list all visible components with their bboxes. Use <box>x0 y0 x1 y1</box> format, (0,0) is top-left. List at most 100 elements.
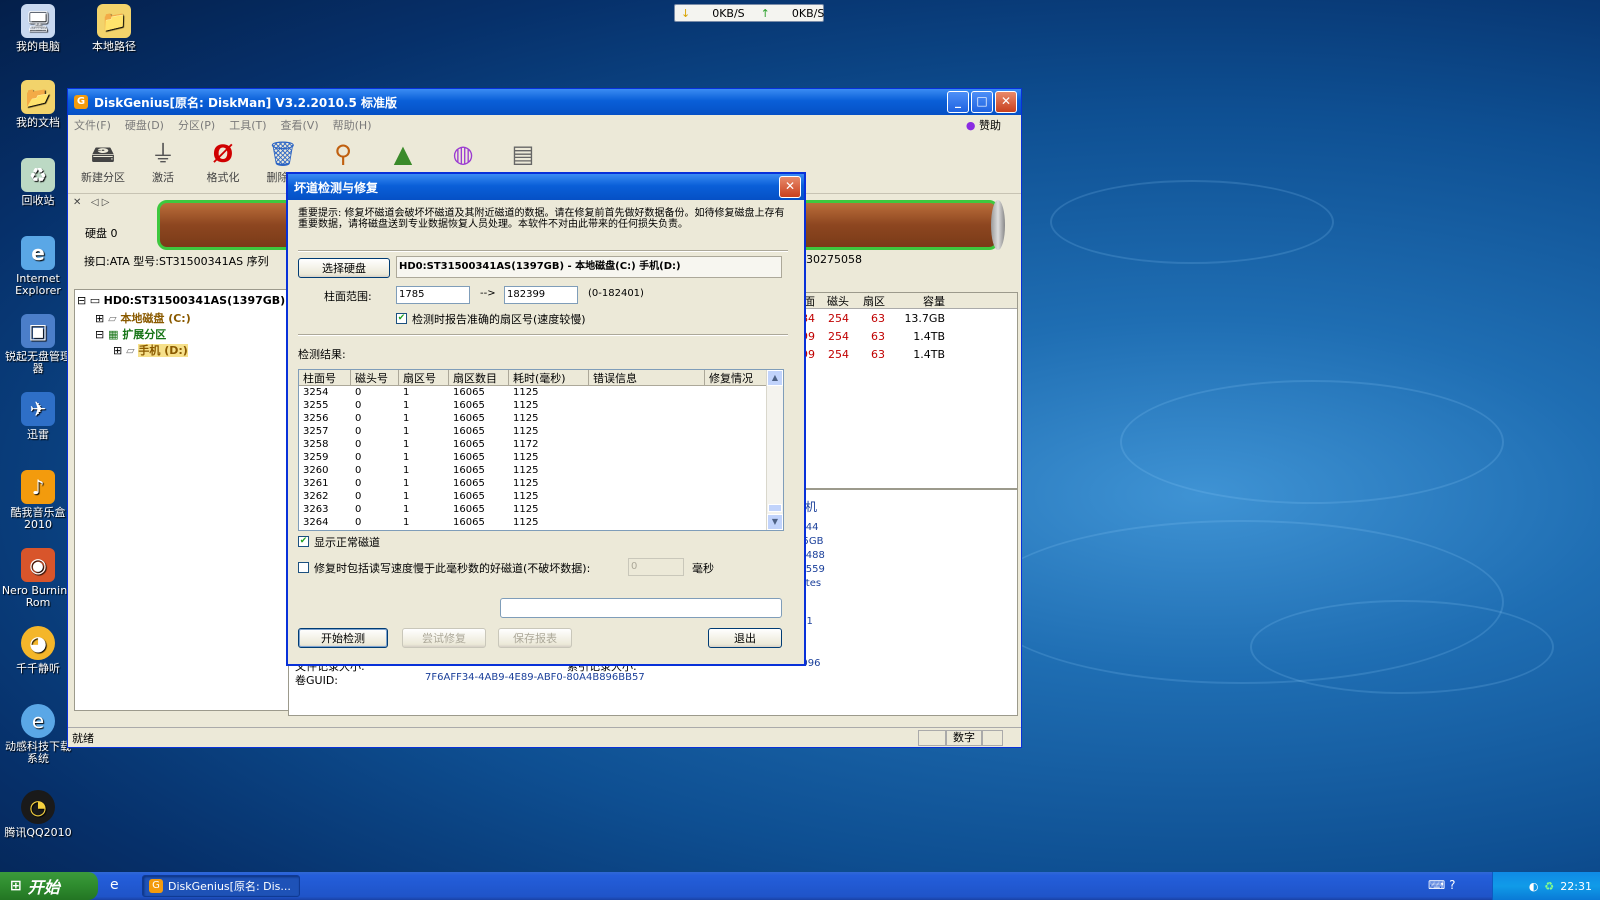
desktop-icon-kuwo[interactable]: ♪ 酷我音乐盒2010 <box>0 470 76 531</box>
try-repair-button[interactable]: 尝试修复 <box>402 628 486 648</box>
result-row[interactable]: 3258 0 1 16065 1172 <box>299 438 783 451</box>
partition-table: 柱面 磁头 扇区 容量 784 254 63 13.7GB 399 254 63… <box>788 292 1018 489</box>
result-row[interactable]: 3259 0 1 16065 1125 <box>299 451 783 464</box>
drive-icon: ▱ <box>108 312 117 325</box>
keyboard-icon[interactable]: ⌨ ? <box>1428 878 1456 892</box>
tree-item-c-drive[interactable]: ⊞ ▱ 本地磁盘 (C:) <box>95 310 191 326</box>
disk-bar-end <box>991 200 1005 250</box>
disk-info: 接口:ATA 型号:ST31500341AS 序列 <box>84 255 269 268</box>
results-scrollbar[interactable]: ▲ ▼ <box>766 370 783 530</box>
cylinder-to-input[interactable]: 182399 <box>504 286 578 304</box>
separator <box>298 334 788 336</box>
partition-row[interactable]: 399 254 63 1.4TB <box>789 327 1017 345</box>
taskbar-item-diskgenius[interactable]: G DiskGenius[原名: Dis... <box>142 875 300 897</box>
tree-root[interactable]: ⊟ ▭ HD0:ST31500341AS(1397GB) <box>77 294 285 307</box>
trash-icon: 🗑 <box>267 140 299 168</box>
desktop-icon-qq[interactable]: ◔ 腾讯QQ2010 <box>0 790 76 839</box>
sponsor-link[interactable]: ● 赞助 <box>966 117 1001 133</box>
recycle-bin-icon: ♻ <box>21 158 55 192</box>
collapse-icon: ⊟ <box>95 328 105 341</box>
result-row[interactable]: 3256 0 1 16065 1125 <box>299 412 783 425</box>
desktop-icon-ruiqi[interactable]: ▣ 锐起无盘管理器 <box>0 314 76 375</box>
select-disk-button[interactable]: 选择硬盘 <box>298 258 390 278</box>
desktop-icon-download-system[interactable]: e 动感科技下载系统 <box>0 704 76 765</box>
partition-row[interactable]: 784 254 63 13.7GB <box>789 309 1017 327</box>
show-normal-checkbox[interactable]: ✔ <box>298 536 309 547</box>
start-button[interactable]: ⊞ 开始 <box>0 872 98 900</box>
menu-tools[interactable]: 工具(T) <box>229 117 266 133</box>
disk-label: 硬盘 0 <box>85 227 118 240</box>
desktop-icon-my-documents[interactable]: 📂 我的文档 <box>0 80 76 129</box>
tray-icon[interactable]: ◐ <box>1529 880 1539 893</box>
result-row[interactable]: 3264 0 1 16065 1125 <box>299 516 783 529</box>
cylinder-limit: (0-182401) <box>588 288 644 299</box>
collapse-icon: ⊟ <box>77 294 87 307</box>
expand-icon: ⊞ <box>113 344 123 357</box>
scroll-down-icon[interactable]: ▼ <box>767 514 783 530</box>
menu-file[interactable]: 文件(F) <box>74 117 111 133</box>
diskgenius-app-icon: G <box>149 879 163 893</box>
tree-item-d-drive[interactable]: ⊞ ▱ 手机 (D:) <box>113 342 188 358</box>
plug-icon: ⏚ <box>151 140 175 168</box>
magnifier-icon: ⚲ <box>334 140 352 168</box>
results-rows: 3254 0 1 16065 1125 3255 0 1 16065 1125 3256 0 1 1606… <box>299 386 783 529</box>
result-row[interactable]: 3257 0 1 16065 1125 <box>299 425 783 438</box>
result-row[interactable]: 3263 0 1 16065 1125 <box>299 503 783 516</box>
nero-icon: ◉ <box>21 548 55 582</box>
report-sector-checkbox[interactable]: ✔ <box>396 313 407 324</box>
close-button[interactable]: ✕ <box>995 91 1017 113</box>
scroll-thumb[interactable] <box>768 504 782 512</box>
partition-row[interactable]: 399 254 63 1.4TB <box>789 345 1017 363</box>
tray-icon[interactable]: ♻ <box>1544 880 1554 893</box>
scroll-up-icon[interactable]: ▲ <box>767 370 783 386</box>
start-scan-button[interactable]: 开始检测 <box>298 628 388 648</box>
menu-help[interactable]: 帮助(H) <box>333 117 372 133</box>
activate-button[interactable]: ⏚ 激活 <box>136 135 190 193</box>
network-speed-widget: ↓ 0KB/S ↑ 0KB/S <box>674 4 824 22</box>
desktop-icon-nero[interactable]: ◉ Nero Burning Rom <box>0 548 76 609</box>
disk-nav-arrows[interactable]: ✕ ◁ ▷ <box>73 197 109 208</box>
ie-quicklaunch-icon[interactable]: e <box>110 877 119 893</box>
dialog-titlebar[interactable]: 坏道检测与修复 ✕ <box>288 174 804 200</box>
selected-disk-display: HD0:ST31500341AS(1397GB) - 本地磁盘(C:) 手机(D… <box>396 256 782 278</box>
desktop-icon-thunder[interactable]: ✈ 迅雷 <box>0 392 76 441</box>
desktop-icon-local-path[interactable]: 📁 本地路径 <box>76 4 152 53</box>
exit-button[interactable]: 退出 <box>708 628 782 648</box>
menu-partition[interactable]: 分区(P) <box>178 117 215 133</box>
disk-tree: ⊟ ▭ HD0:ST31500341AS(1397GB) ⊞ ▱ 本地磁盘 (C… <box>74 289 290 711</box>
maximize-button[interactable]: □ <box>971 91 993 113</box>
result-row[interactable]: 3254 0 1 16065 1125 <box>299 386 783 399</box>
menu-view[interactable]: 查看(V) <box>281 117 319 133</box>
window-titlebar[interactable]: G DiskGenius[原名: DiskMan] V3.2.2010.5 标准… <box>68 89 1021 115</box>
floppy-icon: ▤ <box>511 140 535 168</box>
dialog-close-button[interactable]: ✕ <box>779 176 801 198</box>
desktop-icon-my-computer[interactable]: 🖥 我的电脑 <box>0 4 76 53</box>
bad-sector-dialog: 坏道检测与修复 ✕ 重要提示: 修复坏磁道会破坏坏磁道及其附近磁道的数据。请在修… <box>286 172 806 666</box>
ms-threshold-input[interactable]: 0 <box>628 558 684 576</box>
results-header: 柱面号 磁头号 扇区号 扇区数目 耗时(毫秒) 错误信息 修复情况 <box>299 370 783 386</box>
box-icon: ▲ <box>393 140 413 168</box>
download-arrow-icon: ↓ <box>681 6 691 20</box>
format-button[interactable]: Ø 格式化 <box>196 135 250 193</box>
result-row[interactable]: 3262 0 1 16065 1125 <box>299 490 783 503</box>
desktop-icon-recycle-bin[interactable]: ♻ 回收站 <box>0 158 76 207</box>
tree-item-extended[interactable]: ⊟ ▦ 扩展分区 <box>95 326 166 342</box>
cylinder-from-input[interactable]: 1785 <box>396 286 470 304</box>
progress-bar <box>500 598 782 618</box>
repair-slow-checkbox[interactable] <box>298 562 309 573</box>
result-row[interactable]: 3260 0 1 16065 1125 <box>299 464 783 477</box>
result-row[interactable]: 3255 0 1 16065 1125 <box>299 399 783 412</box>
new-partition-button[interactable]: 🖴 新建分区 <box>76 135 130 193</box>
desktop-icon-internet-explorer[interactable]: e Internet Explorer <box>0 236 76 297</box>
result-row[interactable]: 3261 0 1 16065 1125 <box>299 477 783 490</box>
system-tray: ◐ ♻ 22:31 <box>1492 872 1600 900</box>
drive-icon: ▱ <box>126 344 135 357</box>
computer-drive-icon: 🖴 <box>90 140 116 168</box>
expand-icon: ⊞ <box>95 312 105 325</box>
minimize-button[interactable]: _ <box>947 91 969 113</box>
save-report-button[interactable]: 保存报表 <box>498 628 572 648</box>
separator <box>298 250 788 252</box>
show-normal-label: 显示正常磁道 <box>314 536 380 549</box>
desktop-icon-ttplayer[interactable]: ◕ 千千静听 <box>0 626 76 675</box>
menu-disk[interactable]: 硬盘(D) <box>125 117 164 133</box>
